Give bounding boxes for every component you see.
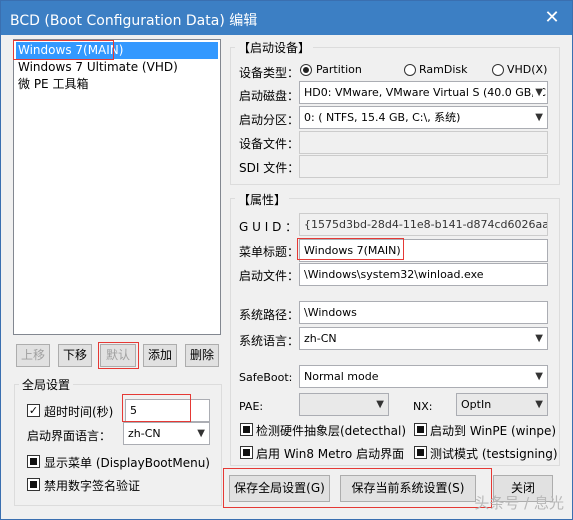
system-lang-select[interactable]: zh-CN ▼ bbox=[299, 327, 548, 350]
pae-select[interactable]: ▼ bbox=[299, 393, 389, 416]
disable-signing-label: 禁用数字签名验证 bbox=[44, 479, 141, 493]
vhdx-radio[interactable] bbox=[492, 64, 504, 76]
sdi-file-label: SDI 文件： bbox=[239, 161, 300, 175]
window-title: BCD (Boot Configuration Data) 编辑 bbox=[10, 13, 258, 29]
highlight-box-timeout bbox=[122, 394, 191, 422]
metro-label: 启用 Win8 Metro 启动界面 bbox=[256, 447, 405, 461]
device-file-input[interactable] bbox=[299, 131, 548, 154]
list-item[interactable]: Windows 7 Ultimate (VHD) bbox=[16, 59, 218, 76]
safeboot-select[interactable]: Normal mode ▼ bbox=[299, 365, 548, 388]
chevron-down-icon: ▼ bbox=[533, 82, 543, 103]
chevron-down-icon: ▼ bbox=[535, 333, 543, 344]
metro-checkbox[interactable] bbox=[240, 446, 253, 459]
highlight-box-default bbox=[98, 342, 139, 369]
boot-disk-select[interactable]: HD0: VMware, VMware Virtual S (40.0 GB, … bbox=[299, 81, 548, 104]
device-type-label: 设备类型： bbox=[239, 66, 300, 80]
global-settings-title: 全局设置 bbox=[19, 376, 74, 393]
boot-partition-label: 启动分区： bbox=[239, 113, 300, 127]
system-path-input[interactable]: \Windows bbox=[299, 301, 548, 324]
ramdisk-radio[interactable] bbox=[404, 64, 416, 76]
chevron-down-icon: ▼ bbox=[376, 399, 384, 410]
boot-file-input[interactable]: \Windows\system32\winload.exe bbox=[299, 263, 548, 286]
partition-radio-label: Partition bbox=[316, 63, 362, 76]
show-menu-label: 显示菜单 (DisplayBootMenu) bbox=[44, 456, 210, 470]
device-file-label: 设备文件： bbox=[239, 137, 300, 151]
guid-label: G U I D ： bbox=[239, 220, 298, 234]
boot-ui-lang-select[interactable]: zh-CN ▼ bbox=[123, 422, 210, 445]
highlight-box-save bbox=[223, 468, 492, 508]
title-bar: BCD (Boot Configuration Data) 编辑 ✕ bbox=[1, 1, 572, 35]
testsigning-label: 测试模式 (testsigning) bbox=[430, 447, 558, 461]
move-down-button[interactable]: 下移 bbox=[58, 344, 92, 367]
boot-partition-select[interactable]: 0: ( NTFS, 15.4 GB, C:\, 系统) ▼ bbox=[299, 106, 548, 129]
boot-ui-lang-value: zh-CN bbox=[128, 427, 161, 440]
ramdisk-radio-label: RamDisk bbox=[419, 63, 468, 76]
timeout-label: 超时时间(秒) bbox=[44, 405, 114, 419]
nx-value: OptIn bbox=[461, 398, 492, 411]
boot-ui-lang-label: 启动界面语言： bbox=[27, 429, 112, 443]
show-menu-checkbox[interactable] bbox=[27, 455, 40, 468]
add-entry-button[interactable]: 添加 bbox=[143, 344, 177, 367]
testsigning-checkbox[interactable] bbox=[414, 446, 427, 459]
boot-device-title: 【启动设备】 bbox=[235, 39, 314, 56]
detecthal-checkbox[interactable] bbox=[240, 423, 253, 436]
system-lang-label: 系统语言： bbox=[239, 334, 300, 348]
chevron-down-icon: ▼ bbox=[535, 112, 543, 123]
properties-title: 【属性】 bbox=[235, 191, 290, 208]
chevron-down-icon: ▼ bbox=[197, 428, 205, 439]
list-item[interactable]: 微 PE 工具箱 bbox=[16, 76, 218, 93]
boot-disk-value: HD0: VMware, VMware Virtual S (40.0 GB, … bbox=[304, 86, 548, 99]
bcd-editor-window: BCD (Boot Configuration Data) 编辑 ✕ Windo… bbox=[0, 0, 573, 520]
menu-title-label: 菜单标题： bbox=[239, 245, 300, 259]
winpe-label: 启动到 WinPE (winpe) bbox=[430, 424, 557, 438]
detecthal-label: 检测硬件抽象层(detecthal) bbox=[256, 424, 407, 438]
timeout-checkbox[interactable]: ✓ bbox=[27, 404, 40, 417]
boot-partition-value: 0: ( NTFS, 15.4 GB, C:\, 系统) bbox=[304, 111, 461, 124]
pae-label: PAE: bbox=[239, 400, 264, 413]
system-lang-value: zh-CN bbox=[304, 332, 337, 345]
vhdx-radio-label: VHD(X) bbox=[507, 63, 548, 76]
chevron-down-icon: ▼ bbox=[535, 399, 543, 410]
watermark-text: 头条号 / 息光 bbox=[474, 494, 564, 512]
system-path-label: 系统路径： bbox=[239, 308, 300, 322]
highlight-box-menu-title bbox=[297, 238, 404, 260]
partition-radio[interactable] bbox=[300, 64, 312, 76]
winpe-checkbox[interactable] bbox=[414, 423, 427, 436]
move-up-button[interactable]: 上移 bbox=[16, 344, 50, 367]
highlight-box-entry bbox=[13, 40, 114, 60]
boot-disk-label: 启动磁盘： bbox=[239, 89, 300, 103]
disable-signing-checkbox[interactable] bbox=[27, 478, 40, 491]
chevron-down-icon: ▼ bbox=[535, 371, 543, 382]
sdi-file-input[interactable] bbox=[299, 155, 548, 178]
nx-select[interactable]: OptIn ▼ bbox=[456, 393, 548, 416]
boot-entry-list[interactable]: Windows 7(MAIN) Windows 7 Ultimate (VHD)… bbox=[13, 39, 221, 335]
delete-entry-button[interactable]: 删除 bbox=[185, 344, 219, 367]
boot-file-label: 启动文件： bbox=[239, 269, 300, 283]
guid-field: {1575d3bd-28d4-11e8-b141-d874cd6026aa} bbox=[299, 213, 548, 236]
close-window-icon[interactable]: ✕ bbox=[538, 5, 566, 31]
safeboot-label: SafeBoot: bbox=[239, 371, 293, 384]
nx-label: NX: bbox=[413, 400, 433, 413]
safeboot-value: Normal mode bbox=[304, 370, 379, 383]
